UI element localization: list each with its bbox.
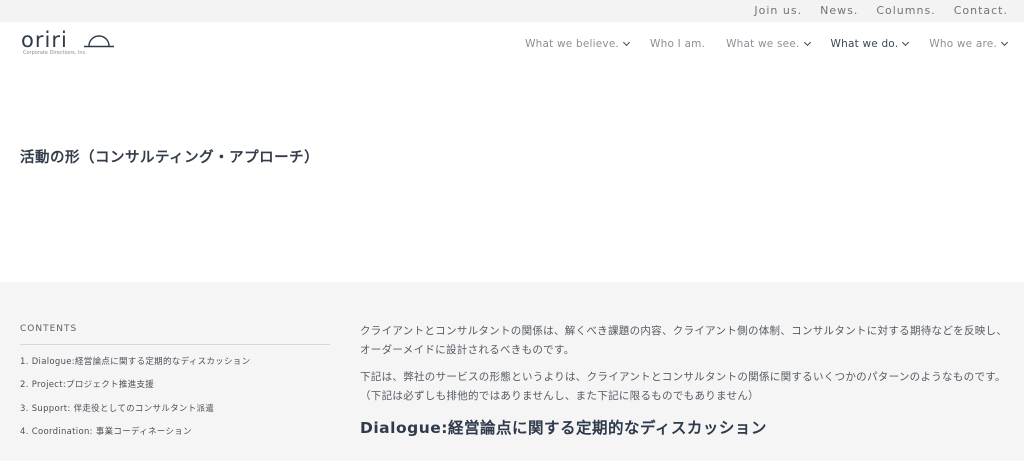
nav-item-label: What we believe. bbox=[525, 38, 620, 50]
contact-link[interactable]: Contact. bbox=[954, 4, 1008, 17]
logo-tagline: Corporate Directions, Inc. bbox=[23, 50, 87, 56]
nav-item-what-we-do[interactable]: What we do. bbox=[830, 38, 910, 50]
toc-heading: CONTENTS bbox=[20, 324, 330, 345]
nav-item-what-we-see[interactable]: What we see. bbox=[726, 38, 811, 50]
toc-item-project[interactable]: 2. Project:プロジェクト推進支援 bbox=[20, 378, 330, 401]
chevron-down-icon bbox=[803, 38, 811, 47]
nav-item-label: What we see. bbox=[726, 38, 800, 50]
utility-links: Join us. News. Columns. Contact. bbox=[754, 4, 1008, 17]
main-article: クライアントとコンサルタントの関係は、解くべき課題の内容、クライアント側の体制、… bbox=[360, 322, 1008, 438]
chevron-down-icon bbox=[622, 38, 631, 47]
nav-item-label: What we do. bbox=[830, 38, 899, 50]
utility-bar: Join us. News. Columns. Contact. bbox=[0, 0, 1024, 22]
page-title: 活動の形（コンサルティング・アプローチ） bbox=[20, 150, 320, 166]
join-us-link[interactable]: Join us. bbox=[754, 4, 802, 17]
toc-item-coordination[interactable]: 4. Coordination: 事業コーディネーション bbox=[20, 425, 330, 448]
logo-arc-icon bbox=[84, 35, 114, 48]
nav-item-who-we-are[interactable]: Who we are. bbox=[929, 38, 1009, 50]
news-link[interactable]: News. bbox=[820, 4, 858, 17]
chevron-down-icon bbox=[902, 38, 910, 47]
columns-link[interactable]: Columns. bbox=[876, 4, 935, 17]
toc-list: 1. Dialogue:経営論点に関する定期的なディスカッション 2. Proj… bbox=[20, 355, 330, 448]
site-logo[interactable]: oriri Corporate Directions, Inc. bbox=[21, 30, 121, 60]
nav-item-label: Who we are. bbox=[929, 38, 997, 50]
logo-wordmark: oriri bbox=[21, 28, 68, 52]
patterns-paragraph: 下記は、弊社のサービスの形態というよりは、クライアントとコンサルタントの関係に関… bbox=[360, 371, 1006, 402]
main-nav: What we believe. Who I am. What we see. … bbox=[525, 38, 1009, 50]
intro-paragraph: クライアントとコンサルタントの関係は、解くべき課題の内容、クライアント側の体制、… bbox=[360, 325, 1008, 356]
nav-item-what-we-believe[interactable]: What we believe. bbox=[525, 38, 631, 50]
content-section: CONTENTS 1. Dialogue:経営論点に関する定期的なディスカッショ… bbox=[0, 282, 1024, 461]
section-title-dialogue: Dialogue:経営論点に関する定期的なディスカッション bbox=[360, 419, 767, 437]
table-of-contents: CONTENTS 1. Dialogue:経営論点に関する定期的なディスカッショ… bbox=[20, 324, 330, 448]
nav-item-who-i-am[interactable]: Who I am. bbox=[650, 38, 705, 50]
toc-item-support[interactable]: 3. Support: 伴走役としてのコンサルタント派遣 bbox=[20, 402, 330, 425]
chevron-down-icon bbox=[1000, 38, 1009, 47]
toc-item-dialogue[interactable]: 1. Dialogue:経営論点に関する定期的なディスカッション bbox=[20, 355, 330, 378]
nav-item-label: Who I am. bbox=[650, 38, 706, 50]
